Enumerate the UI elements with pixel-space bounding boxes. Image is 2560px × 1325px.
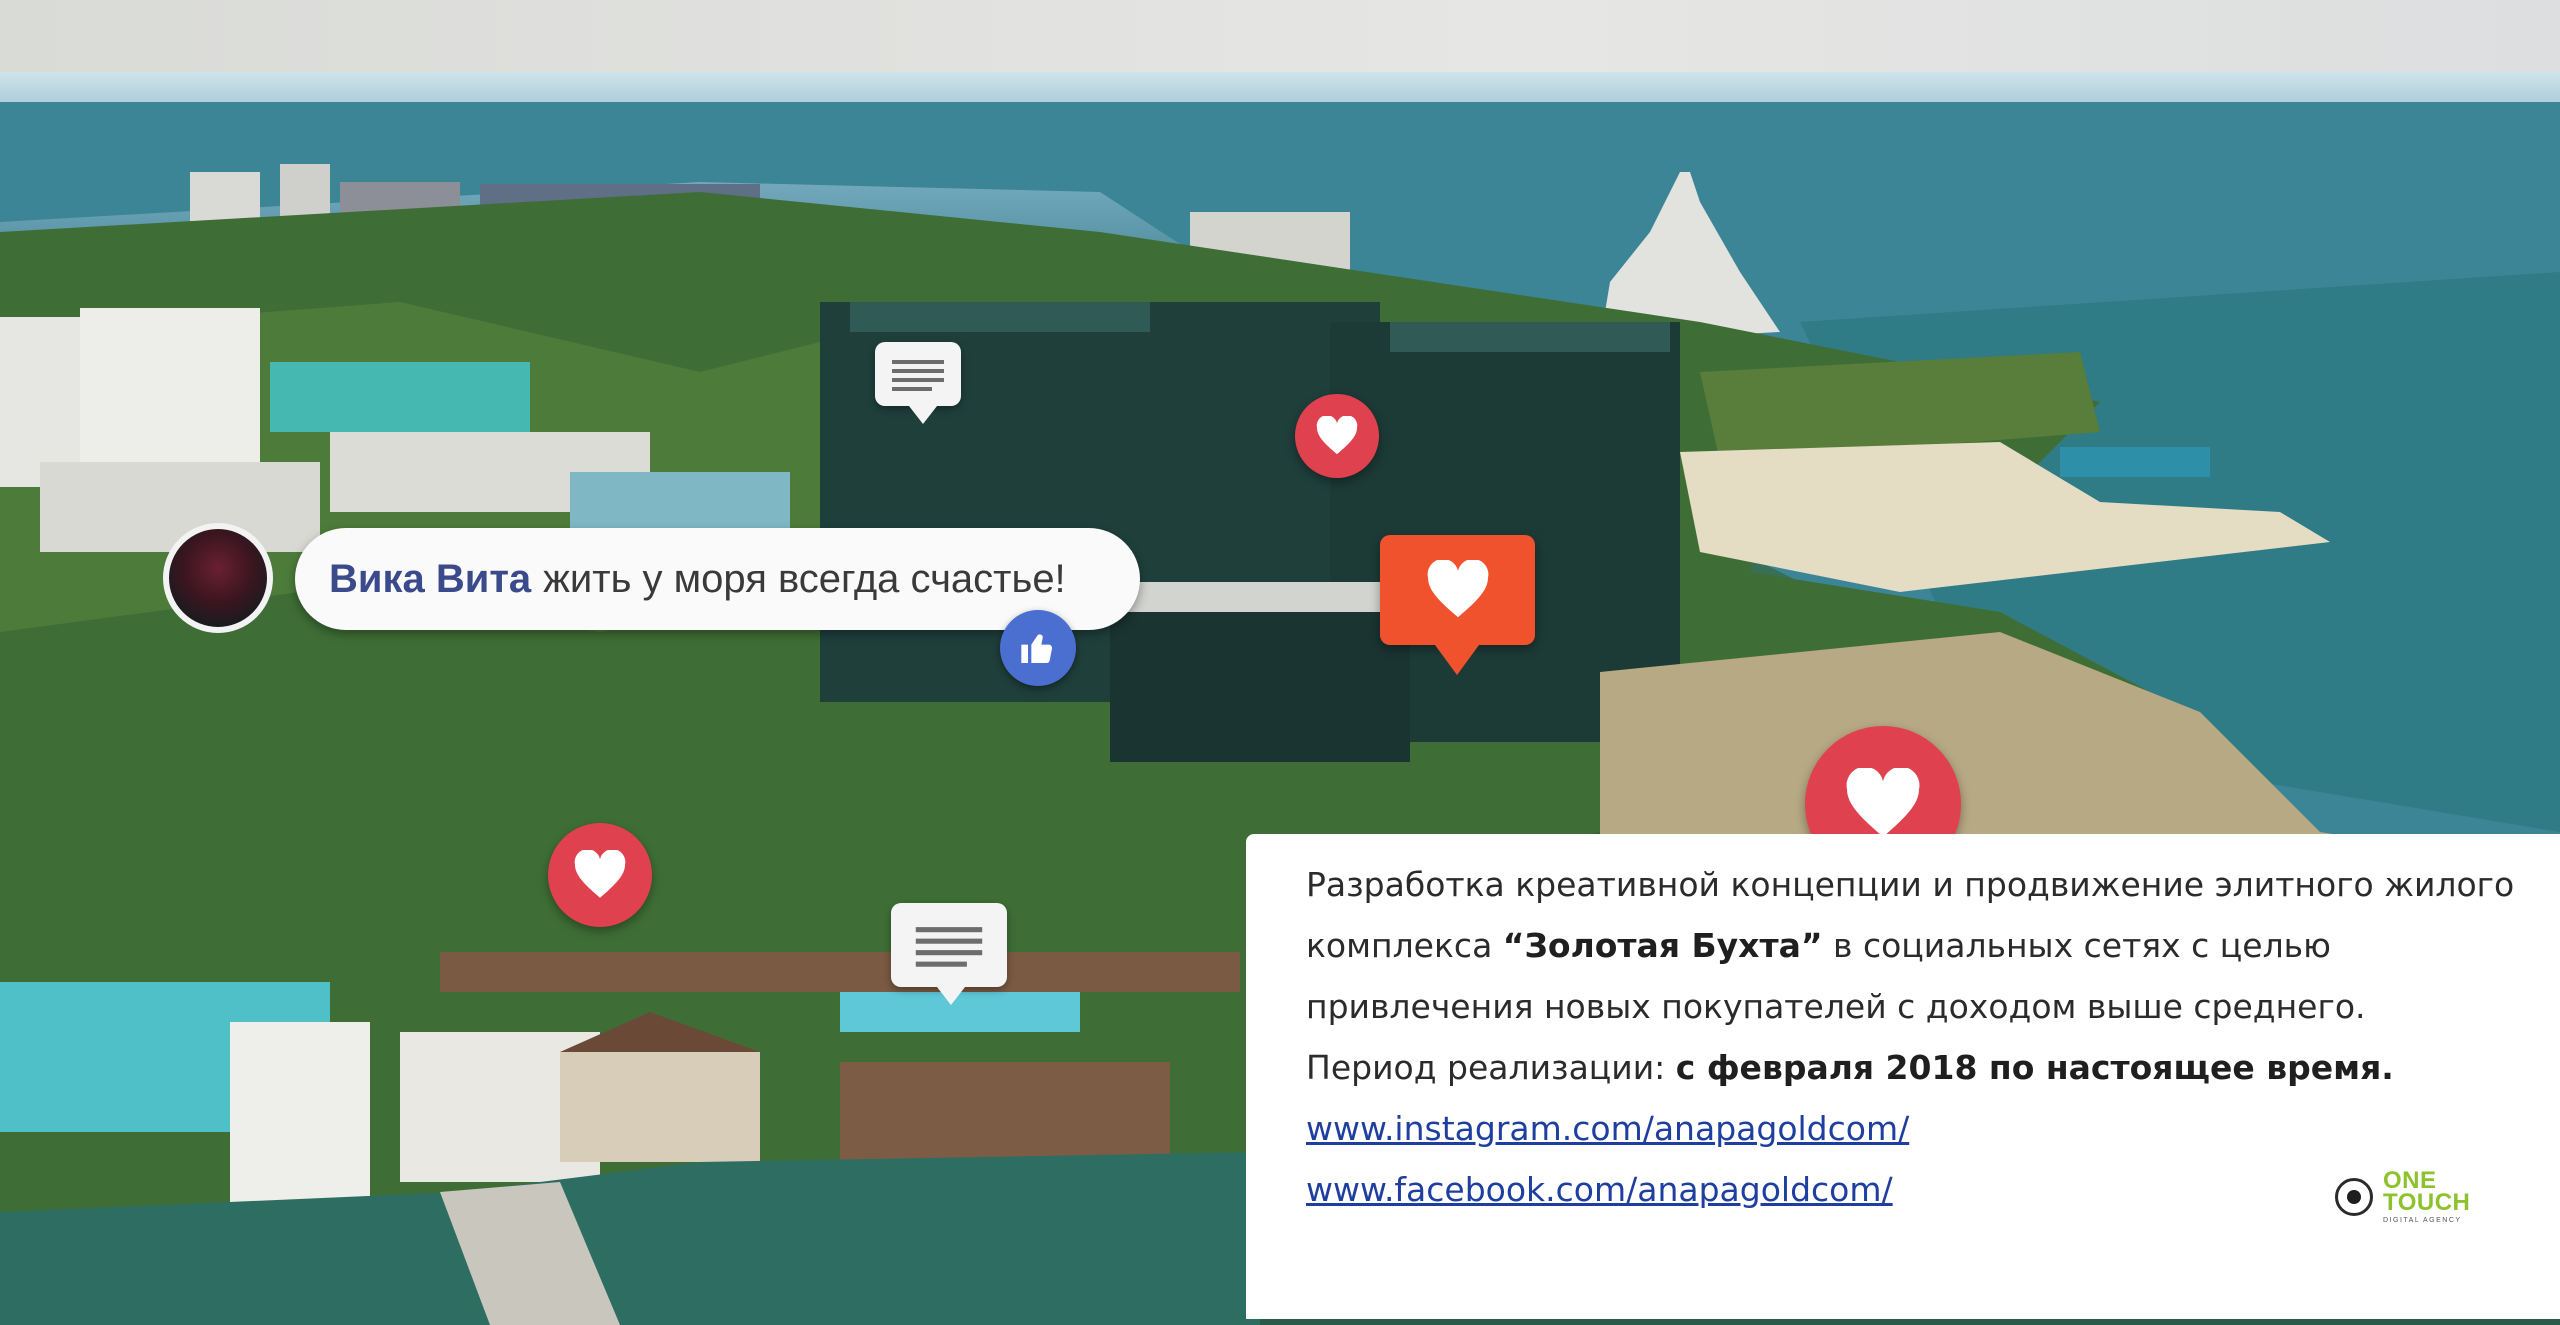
instagram-link[interactable]: www.instagram.com/anapagoldcom/: [1306, 1109, 1909, 1148]
heart-icon: [1316, 416, 1358, 455]
heart-notification[interactable]: [1380, 535, 1535, 675]
heart-reaction[interactable]: [1295, 394, 1379, 478]
thumbs-up-icon: [1021, 634, 1053, 664]
logo-subtitle: DIGITAL AGENCY: [2383, 1217, 2462, 1224]
top-banner-strip: [0, 0, 2560, 72]
period-value: с февраля 2018 по настоящее время.: [1675, 1048, 2394, 1087]
comment-bubble: Вика Вита жить у моря всегда счастье!: [295, 528, 1140, 630]
message-lines-icon: [915, 927, 983, 967]
logo-mark-icon: [2335, 1178, 2373, 1216]
heart-icon: [1846, 768, 1920, 837]
comment-text: жить у моря всегда счастье!: [543, 556, 1066, 601]
message-lines-icon: [892, 360, 944, 391]
heart-icon: [574, 850, 626, 898]
commenter-avatar[interactable]: [163, 523, 273, 633]
project-description: Разработка креативной концепции и продви…: [1306, 854, 2540, 1037]
period-label: Период реализации:: [1306, 1048, 1676, 1087]
period-line: Период реализации: с февраля 2018 по нас…: [1306, 1037, 2540, 1098]
agency-logo: ONE TOUCH DIGITAL AGENCY: [2335, 1167, 2483, 1224]
project-info-card: Разработка креативной концепции и продви…: [1246, 834, 2560, 1319]
heart-icon: [1427, 560, 1488, 618]
message-bubble[interactable]: [891, 903, 1007, 1005]
heart-reaction[interactable]: [548, 823, 652, 927]
project-name: “Золотая Бухта”: [1502, 926, 1823, 965]
comment-author[interactable]: Вика Вита: [329, 557, 531, 602]
logo-name: ONE TOUCH: [2383, 1167, 2471, 1216]
facebook-link[interactable]: www.facebook.com/anapagoldcom/: [1306, 1170, 1893, 1209]
message-bubble[interactable]: [875, 342, 961, 424]
like-button[interactable]: [1000, 610, 1076, 686]
